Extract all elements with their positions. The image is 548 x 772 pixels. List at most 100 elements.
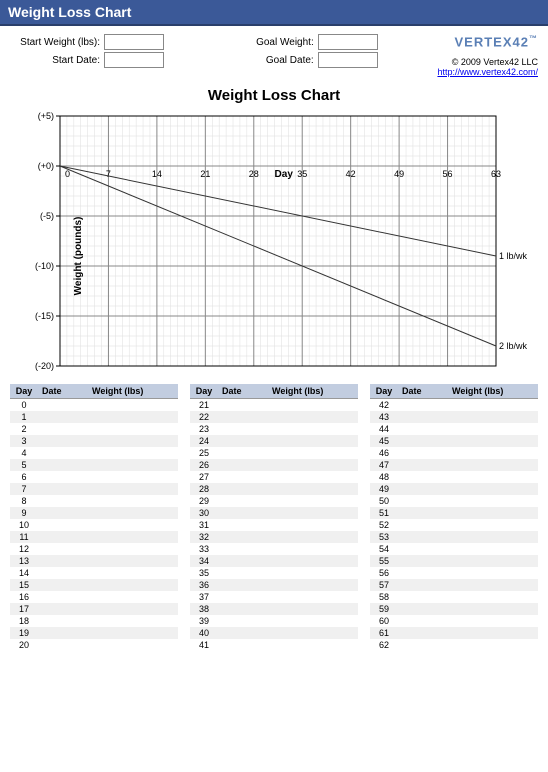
cell-date[interactable] [38,555,88,567]
cell-date[interactable] [218,471,268,483]
goal-date-input[interactable] [318,52,378,68]
cell-date[interactable] [398,435,448,447]
cell-date[interactable] [38,495,88,507]
cell-date[interactable] [38,447,88,459]
cell-weight[interactable] [268,639,358,651]
cell-weight[interactable] [448,519,538,531]
cell-date[interactable] [38,591,88,603]
cell-date[interactable] [38,471,88,483]
cell-weight[interactable] [448,543,538,555]
cell-date[interactable] [398,411,448,423]
cell-date[interactable] [38,519,88,531]
cell-date[interactable] [218,483,268,495]
cell-date[interactable] [38,615,88,627]
cell-weight[interactable] [88,459,178,471]
cell-date[interactable] [398,519,448,531]
cell-weight[interactable] [268,543,358,555]
cell-weight[interactable] [268,531,358,543]
cell-date[interactable] [218,423,268,435]
cell-weight[interactable] [88,615,178,627]
cell-weight[interactable] [268,507,358,519]
cell-weight[interactable] [88,519,178,531]
start-date-input[interactable] [104,52,164,68]
brand-link[interactable]: http://www.vertex42.com/ [437,67,538,77]
cell-weight[interactable] [448,531,538,543]
cell-date[interactable] [38,543,88,555]
cell-date[interactable] [398,615,448,627]
cell-weight[interactable] [448,411,538,423]
cell-date[interactable] [398,507,448,519]
cell-date[interactable] [398,567,448,579]
cell-weight[interactable] [268,579,358,591]
cell-weight[interactable] [448,399,538,412]
cell-weight[interactable] [268,519,358,531]
cell-date[interactable] [398,495,448,507]
cell-date[interactable] [398,531,448,543]
cell-date[interactable] [38,603,88,615]
cell-weight[interactable] [88,603,178,615]
cell-weight[interactable] [448,603,538,615]
cell-weight[interactable] [268,471,358,483]
cell-date[interactable] [218,603,268,615]
cell-weight[interactable] [448,447,538,459]
cell-date[interactable] [38,567,88,579]
cell-date[interactable] [398,603,448,615]
cell-date[interactable] [218,411,268,423]
cell-weight[interactable] [448,555,538,567]
cell-date[interactable] [218,447,268,459]
cell-weight[interactable] [88,567,178,579]
cell-weight[interactable] [88,399,178,412]
cell-date[interactable] [218,459,268,471]
cell-date[interactable] [398,423,448,435]
cell-weight[interactable] [268,615,358,627]
cell-weight[interactable] [448,627,538,639]
cell-weight[interactable] [448,435,538,447]
cell-weight[interactable] [88,591,178,603]
cell-date[interactable] [38,435,88,447]
cell-weight[interactable] [448,483,538,495]
cell-date[interactable] [398,459,448,471]
cell-date[interactable] [398,639,448,651]
cell-weight[interactable] [268,447,358,459]
cell-weight[interactable] [448,423,538,435]
cell-weight[interactable] [268,423,358,435]
cell-weight[interactable] [448,459,538,471]
cell-date[interactable] [218,615,268,627]
cell-date[interactable] [398,627,448,639]
cell-weight[interactable] [88,627,178,639]
cell-weight[interactable] [268,591,358,603]
cell-weight[interactable] [448,591,538,603]
goal-weight-input[interactable] [318,34,378,50]
cell-date[interactable] [398,543,448,555]
cell-date[interactable] [398,579,448,591]
cell-date[interactable] [398,555,448,567]
cell-weight[interactable] [268,627,358,639]
cell-weight[interactable] [268,459,358,471]
cell-weight[interactable] [448,495,538,507]
cell-date[interactable] [218,567,268,579]
cell-weight[interactable] [88,423,178,435]
cell-weight[interactable] [88,639,178,651]
cell-weight[interactable] [268,399,358,412]
cell-date[interactable] [38,531,88,543]
cell-weight[interactable] [88,507,178,519]
cell-date[interactable] [38,579,88,591]
cell-date[interactable] [218,543,268,555]
cell-date[interactable] [38,459,88,471]
cell-date[interactable] [218,579,268,591]
cell-date[interactable] [218,519,268,531]
cell-date[interactable] [218,627,268,639]
cell-weight[interactable] [268,435,358,447]
cell-weight[interactable] [88,531,178,543]
cell-date[interactable] [398,471,448,483]
cell-date[interactable] [38,639,88,651]
cell-date[interactable] [218,399,268,412]
cell-date[interactable] [398,483,448,495]
cell-weight[interactable] [448,507,538,519]
cell-date[interactable] [218,555,268,567]
cell-weight[interactable] [88,543,178,555]
cell-weight[interactable] [88,447,178,459]
cell-weight[interactable] [88,435,178,447]
cell-weight[interactable] [88,483,178,495]
cell-date[interactable] [38,483,88,495]
